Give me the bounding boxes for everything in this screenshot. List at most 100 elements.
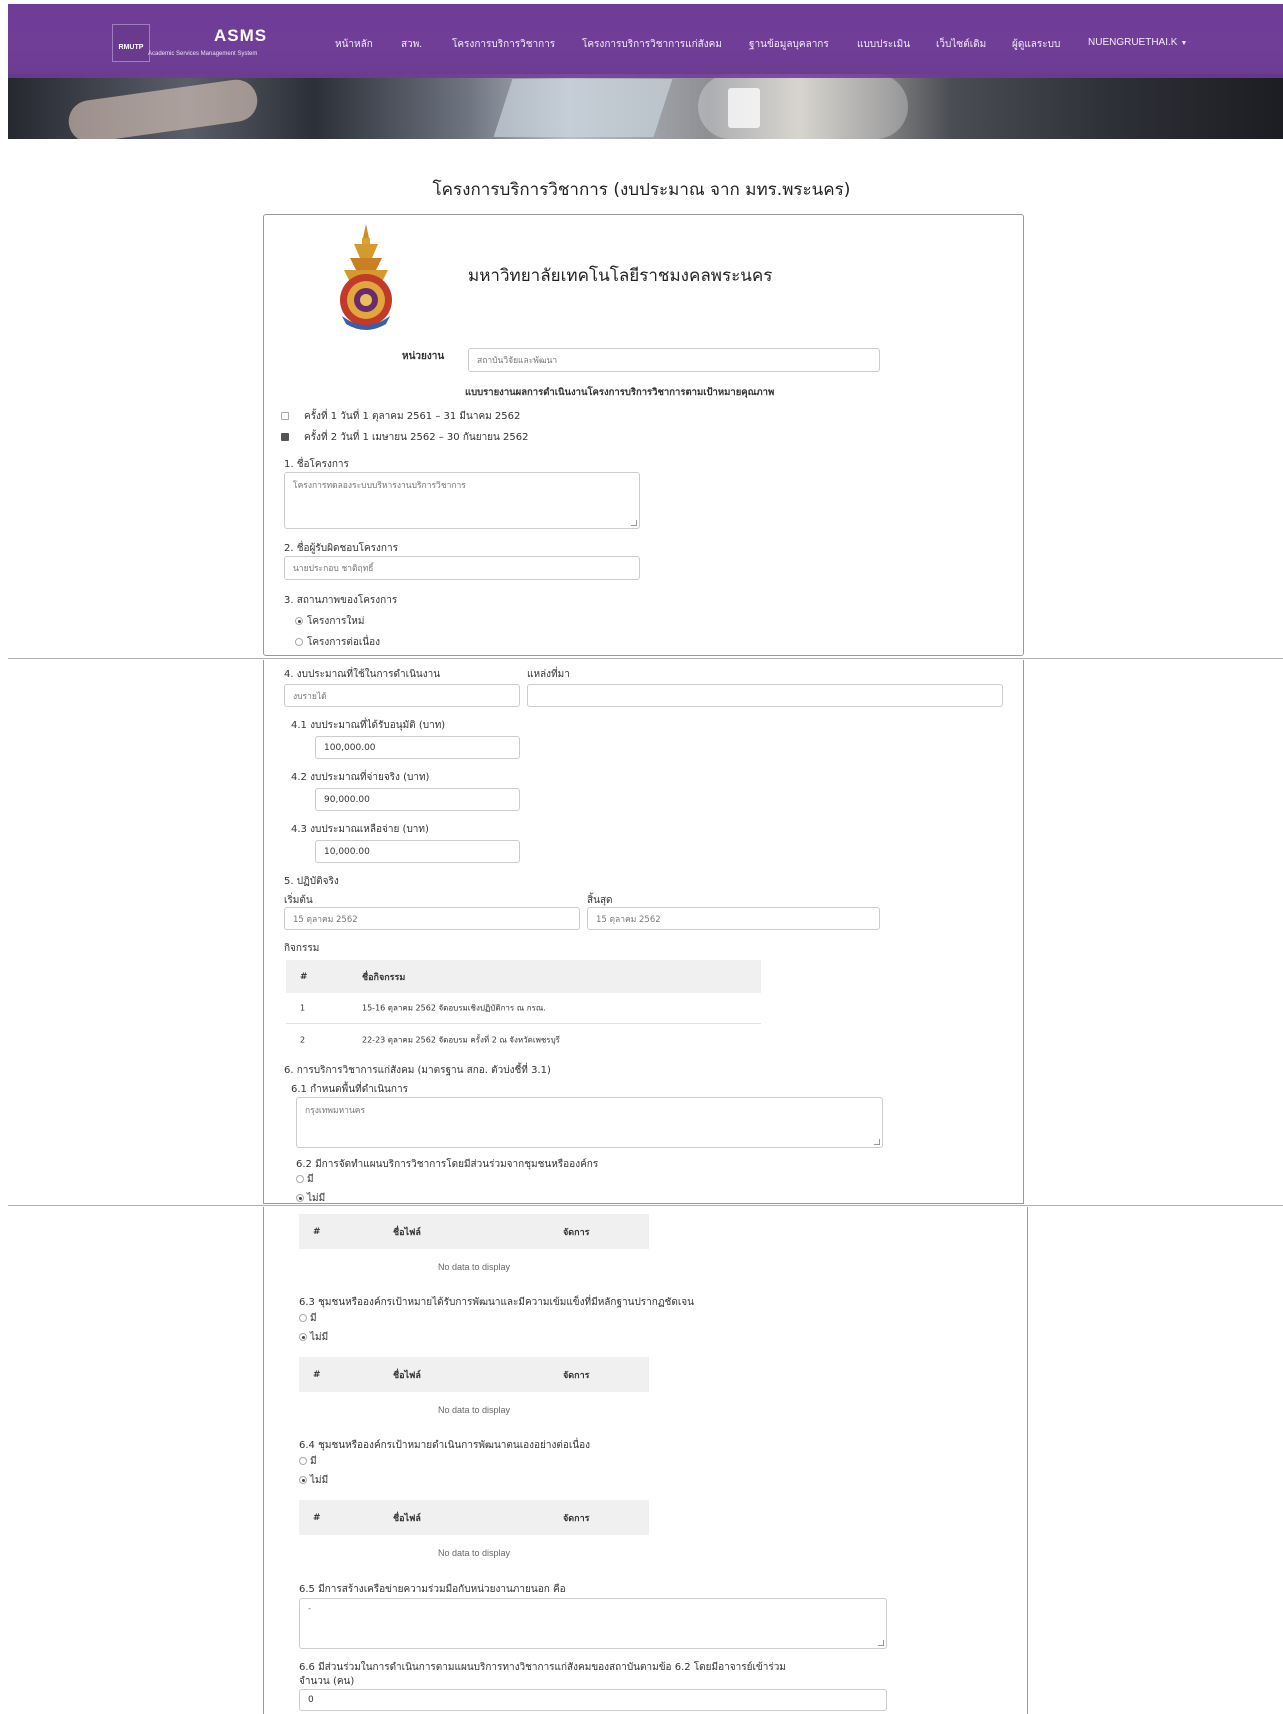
row-number: 1 — [300, 1003, 306, 1013]
self-develop-files-table-header: # ชื่อไฟล์ จัดการ — [299, 1500, 649, 1535]
network-label: 6.5 มีการสร้างเครือข่ายความร่วมมือกับหน่… — [299, 1584, 566, 1595]
participate-count-input[interactable]: 0 — [299, 1689, 887, 1711]
develop-yes-label: มี — [310, 1313, 317, 1324]
nav-academic-projects[interactable]: โครงการบริการวิชาการ — [452, 37, 555, 52]
row-number: 2 — [300, 1035, 306, 1044]
budget-type-input[interactable]: งบรายได้ — [284, 684, 520, 707]
university-seal-icon — [340, 224, 392, 330]
develop-files-table-header: # ชื่อไฟล์ จัดการ — [299, 1357, 649, 1392]
user-menu[interactable]: NUENGRUETHAI.K ▼ — [1088, 37, 1187, 48]
develop-yes-radio[interactable] — [299, 1314, 307, 1322]
self-develop-yes-radio[interactable] — [299, 1457, 307, 1465]
unit-label: หน่วยงาน — [402, 351, 445, 362]
end-date-label: สิ้นสุด — [587, 895, 613, 906]
start-date-label: เริ่มต้น — [284, 895, 313, 906]
unit-input[interactable]: สถาบันวิจัยและพัฒนา — [468, 348, 880, 372]
caret-down-icon: ▼ — [1180, 40, 1188, 47]
network-textarea[interactable]: - — [299, 1598, 887, 1649]
col-file-name: ชื่อไฟล์ — [393, 1227, 421, 1238]
table-row: 2 22-23 ตุลาคม 2562 จัดอบรม ครั้งที่ 2 ณ… — [286, 1024, 761, 1055]
rmutp-logo[interactable]: RMUTP — [112, 24, 150, 62]
q4-label: 4. งบประมาณที่ใช้ในการดำเนินงาน — [284, 669, 441, 680]
period-1-label: ครั้งที่ 1 วันที่ 1 ตุลาคม 2561 – 31 มีน… — [304, 411, 521, 422]
table-row: 1 15-16 ตุลาคม 2562 จัดอบรมเชิงปฏิบัติกา… — [286, 993, 761, 1024]
col-manage: จัดการ — [563, 1513, 590, 1524]
status-continuing-label: โครงการต่อเนื่อง — [307, 637, 380, 648]
self-develop-label: 6.4 ชุมชนหรือองค์กรเป้าหมายดำเนินการพัฒน… — [299, 1440, 591, 1451]
start-date-input[interactable]: 15 ตุลาคม 2562 — [284, 907, 580, 930]
source-input[interactable] — [527, 684, 1003, 707]
nav-home[interactable]: หน้าหลัก — [335, 37, 373, 52]
budget-remaining-input[interactable]: 10,000.00 — [315, 840, 520, 863]
activities-table-header: # ชื่อกิจกรรม — [286, 960, 761, 993]
budget-spent-input[interactable]: 90,000.00 — [315, 788, 520, 811]
budget-approved-label: 4.1 งบประมาณที่ได้รับอนุมัติ (บาท) — [291, 720, 446, 731]
owner-input[interactable]: นายประกอบ ชาติฤทธิ์ — [284, 556, 640, 580]
participate-count-label: จำนวน (คน) — [299, 1676, 355, 1687]
q6-label: 6. การบริการวิชาการแก่สังคม (มาตรฐาน สกอ… — [284, 1065, 551, 1076]
brand-title[interactable]: ASMS — [214, 26, 267, 46]
row-activity: 22-23 ตุลาคม 2562 จัดอบรม ครั้งที่ 2 ณ จ… — [362, 1035, 560, 1044]
col-number: # — [313, 1369, 321, 1380]
plan-yes-label: มี — [307, 1174, 314, 1185]
no-data-message: No data to display — [437, 1262, 511, 1272]
plan-no-radio[interactable] — [296, 1194, 304, 1202]
plan-yes-radio[interactable] — [296, 1175, 304, 1183]
nav-social-projects[interactable]: โครงการบริการวิชาการแก่สังคม — [582, 37, 722, 52]
network-value: - — [308, 1604, 312, 1614]
col-file-name: ชื่อไฟล์ — [393, 1370, 421, 1381]
nav-admin[interactable]: ผู้ดูแลระบบ — [1012, 37, 1060, 52]
source-label: แหล่งที่มา — [527, 669, 570, 680]
col-number: # — [313, 1226, 321, 1237]
plan-no-label: ไม่มี — [307, 1193, 326, 1204]
plan-label: 6.2 มีการจัดทำแผนบริการวิชาการโดยมีส่วนร… — [296, 1159, 599, 1170]
q1-label: 1. ชื่อโครงการ — [284, 459, 349, 470]
develop-no-radio[interactable] — [299, 1333, 307, 1341]
nav-old-website[interactable]: เว็บไซต์เดิม — [936, 37, 986, 52]
col-manage: จัดการ — [563, 1227, 590, 1238]
q5-label: 5. ปฏิบัติจริง — [284, 876, 339, 887]
budget-remaining-label: 4.3 งบประมาณเหลือจ่าย (บาท) — [291, 824, 429, 835]
header-banner-photo — [8, 74, 1283, 139]
develop-no-label: ไม่มี — [310, 1332, 329, 1343]
participate-label: 6.6 มีส่วนร่วมในการดำเนินการตามแผนบริการ… — [299, 1662, 786, 1673]
no-data-message: No data to display — [437, 1548, 511, 1558]
status-new-label: โครงการใหม่ — [307, 616, 365, 627]
period-2-label: ครั้งที่ 2 วันที่ 1 เมษายน 2562 – 30 กัน… — [304, 432, 529, 443]
status-continuing-radio[interactable] — [295, 638, 303, 646]
report-heading: แบบรายงานผลการดำเนินงานโครงการบริการวิชา… — [465, 387, 775, 398]
develop-label: 6.3 ชุมชนหรือองค์กรเป้าหมายได้รับการพัฒน… — [299, 1297, 694, 1308]
area-value: กรุงเทพมหานคร — [305, 1106, 366, 1116]
end-date-input[interactable]: 15 ตุลาคม 2562 — [587, 907, 880, 930]
area-textarea[interactable]: กรุงเทพมหานคร — [296, 1097, 883, 1148]
budget-approved-input[interactable]: 100,000.00 — [315, 736, 520, 759]
page-title: โครงการบริการวิชาการ (งบประมาณ จาก มทร.พ… — [432, 180, 851, 200]
period-1-checkbox[interactable] — [281, 412, 289, 420]
no-data-message: No data to display — [437, 1405, 511, 1415]
status-new-radio[interactable] — [295, 617, 303, 625]
project-name-textarea[interactable]: โครงการทดลองระบบบริหารงานบริการวิชาการ — [284, 472, 640, 529]
nav-ird[interactable]: สวพ. — [401, 37, 422, 52]
area-label: 6.1 กำหนดพื้นที่ดำเนินการ — [291, 1084, 408, 1095]
user-name: NUENGRUETHAI.K — [1088, 37, 1178, 48]
university-name: มหาวิทยาลัยเทคโนโลยีราชมงคลพระนคร — [468, 266, 773, 286]
row-activity: 15-16 ตุลาคม 2562 จัดอบรมเชิงปฏิบัติการ … — [362, 1003, 546, 1013]
nav-evaluation[interactable]: แบบประเมิน — [857, 37, 910, 52]
self-develop-no-label: ไม่มี — [310, 1475, 329, 1486]
col-number: # — [300, 971, 308, 982]
q2-label: 2. ชื่อผู้รับผิดชอบโครงการ — [284, 543, 398, 554]
site-header: RMUTP ASMS Academic Services Management … — [8, 4, 1283, 139]
plan-files-table-header: # ชื่อไฟล์ จัดการ — [299, 1214, 649, 1249]
nav-personnel-db[interactable]: ฐานข้อมูลบุคลากร — [749, 37, 829, 52]
col-number: # — [313, 1512, 321, 1523]
screenshot-seam — [8, 658, 1283, 659]
self-develop-no-radio[interactable] — [299, 1476, 307, 1484]
col-manage: จัดการ — [563, 1370, 590, 1381]
col-activity-name: ชื่อกิจกรรม — [362, 972, 406, 983]
self-develop-yes-label: มี — [310, 1456, 317, 1467]
project-name-value: โครงการทดลองระบบบริหารงานบริการวิชาการ — [293, 481, 466, 491]
budget-spent-label: 4.2 งบประมาณที่จ่ายจริง (บาท) — [291, 772, 430, 783]
period-2-checkbox[interactable] — [281, 433, 289, 441]
screenshot-seam — [8, 1205, 1283, 1206]
brand-subtitle: Academic Services Management System — [148, 51, 258, 57]
